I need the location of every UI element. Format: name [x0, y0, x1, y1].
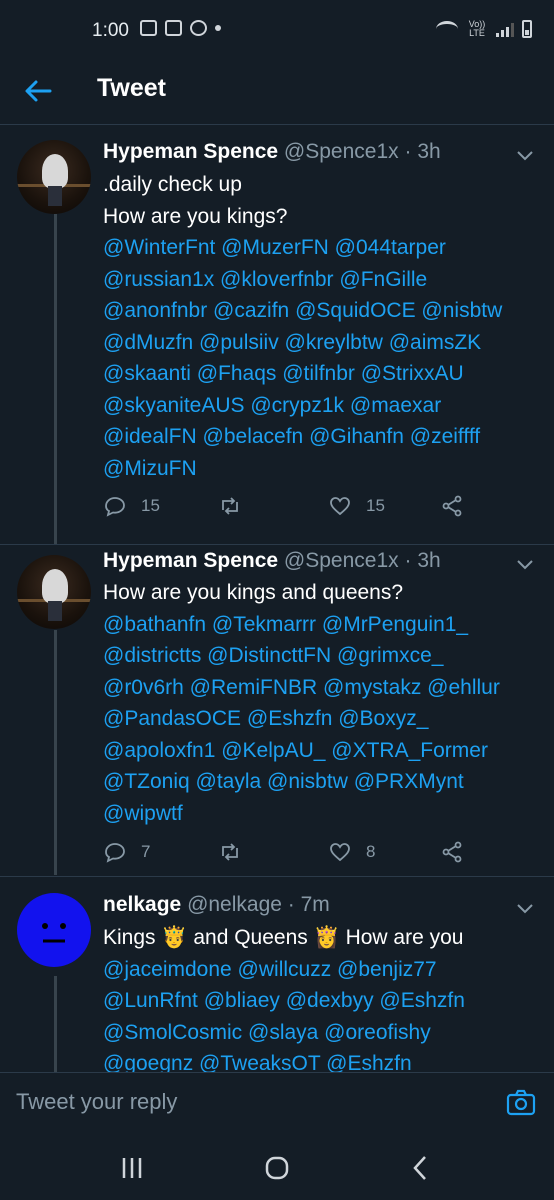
avatar[interactable] — [17, 555, 91, 629]
tweet-text-line: How are you kings? — [103, 204, 288, 228]
header: Tweet — [0, 60, 554, 125]
reply-count: 7 — [141, 842, 151, 861]
tweet-text: .daily check up How are you kings? @Wint… — [103, 169, 543, 484]
system-nav-bar — [0, 1134, 554, 1200]
mention-line[interactable]: @dMuzfn @pulsiiv @kreylbtw @aimsZK — [103, 327, 543, 359]
mention-line[interactable]: @anonfnbr @cazifn @SquidOCE @nisbtw — [103, 295, 543, 327]
arrow-left-icon — [25, 80, 52, 102]
chevron-down-icon[interactable] — [514, 897, 536, 919]
reply-button[interactable]: 7 — [103, 840, 150, 864]
recent-apps-icon — [122, 1158, 142, 1178]
retweet-button[interactable] — [218, 840, 242, 864]
chevron-down-icon[interactable] — [514, 144, 536, 166]
mention-line[interactable]: @PandasOCE @Eshzfn @Boxyz_ — [103, 703, 543, 735]
reply-button[interactable]: 15 — [103, 494, 160, 518]
mention-line[interactable]: @SmolCosmic @slaya @oreofishy — [103, 1017, 543, 1049]
share-button[interactable] — [440, 840, 464, 864]
avatar[interactable] — [17, 140, 91, 214]
do-not-disturb-icon — [190, 20, 207, 36]
camera-button[interactable] — [505, 1087, 537, 1119]
reply-icon — [105, 843, 125, 863]
share-icon — [442, 841, 462, 863]
reply-icon — [105, 497, 125, 517]
tweet[interactable]: Hypeman Spence @Spence1x · 3h .daily che… — [0, 124, 554, 544]
tweet-actions: 15 15 — [103, 494, 543, 524]
twitch-icon — [165, 20, 182, 36]
battery-icon — [522, 20, 532, 38]
heart-icon — [330, 843, 350, 862]
like-button[interactable]: 8 — [328, 840, 375, 864]
lte-indicator: Vo)) LTE — [468, 19, 486, 38]
home-button[interactable] — [257, 1152, 297, 1184]
mention-line[interactable]: @MizuFN — [103, 453, 543, 485]
mention-line[interactable]: @r0v6rh @RemiFNBR @mystakz @ehllur — [103, 672, 543, 704]
tweet-header: Hypeman Spence @Spence1x · 3h — [103, 549, 441, 573]
author-handle[interactable]: @Spence1x — [284, 140, 399, 163]
mention-line[interactable]: @WinterFnt @MuzerFN @044tarper — [103, 232, 543, 264]
mention-line[interactable]: @skaanti @Fhaqs @tilfnbr @StrixxAU — [103, 358, 543, 390]
tweet-header: nelkage @nelkage · 7m — [103, 893, 330, 917]
retweet-icon — [222, 843, 238, 861]
mention-line[interactable]: @TZoniq @tayla @nisbtw @PRXMynt — [103, 766, 543, 798]
home-icon — [265, 1156, 289, 1180]
reply-count: 15 — [141, 496, 160, 515]
mention-line[interactable]: @apoloxfn1 @KelpAU_ @XTRA_Former — [103, 735, 543, 767]
mention-line[interactable]: @skyaniteAUS @crypz1k @maexar — [103, 390, 543, 422]
like-count: 15 — [366, 496, 385, 515]
page-title: Tweet — [97, 74, 166, 102]
mention-line[interactable]: @jaceimdone @willcuzz @benjiz77 — [103, 954, 543, 986]
gallery-icon — [140, 20, 157, 36]
back-button[interactable] — [20, 74, 60, 108]
more-notifications-icon — [215, 25, 221, 31]
tweet[interactable]: Hypeman Spence @Spence1x · 3h How are yo… — [0, 545, 554, 875]
neutral-face-icon — [42, 923, 66, 943]
chevron-down-icon[interactable] — [514, 553, 536, 575]
like-button[interactable]: 15 — [328, 494, 385, 518]
signal-icon — [496, 21, 514, 37]
retweet-icon — [222, 497, 238, 515]
mention-line[interactable]: @idealFN @belacefn @Gihanfn @zeiffff — [103, 421, 543, 453]
author-name[interactable]: Hypeman Spence — [103, 549, 278, 572]
reply-bar: Tweet your reply — [0, 1072, 554, 1135]
notification-icons — [140, 20, 221, 36]
author-handle[interactable]: @nelkage — [187, 893, 282, 916]
retweet-button[interactable] — [218, 494, 242, 518]
mention-line[interactable]: @russian1x @kloverfnbr @FnGille — [103, 264, 543, 296]
back-nav-button[interactable] — [400, 1152, 440, 1184]
author-name[interactable]: nelkage — [103, 893, 181, 916]
tweet-time: · 3h — [404, 140, 441, 163]
tweet-text-line: Kings 🤴 and Queens 👸 How are you — [103, 926, 464, 949]
reply-input[interactable]: Tweet your reply — [16, 1089, 476, 1115]
tweet-time: · 7m — [287, 893, 330, 916]
share-button[interactable] — [440, 494, 464, 518]
avatar[interactable] — [17, 893, 91, 967]
mention-line[interactable]: @districtts @DistincttFN @grimxce_ — [103, 640, 543, 672]
status-bar: 1:00 Vo)) LTE — [0, 0, 554, 60]
mention-line[interactable]: @goegnz @TweaksOT @Eshzfn — [103, 1048, 543, 1072]
tweet-text: How are you kings and queens? @bathanfn … — [103, 577, 543, 829]
tweet-text-line: .daily check up — [103, 173, 242, 196]
chevron-left-icon — [413, 1156, 426, 1180]
status-time: 1:00 — [92, 20, 129, 41]
like-count: 8 — [366, 842, 376, 861]
heart-icon — [330, 497, 350, 516]
wifi-icon — [436, 21, 458, 37]
mention-line[interactable]: @LunRfnt @bliaey @dexbyy @Eshzfn — [103, 985, 543, 1017]
mention-line[interactable]: @bathanfn @Tekmarrr @MrPenguin1_ — [103, 609, 543, 641]
author-handle[interactable]: @Spence1x — [284, 549, 399, 572]
camera-icon — [506, 1089, 536, 1116]
tweet-header: Hypeman Spence @Spence1x · 3h — [103, 140, 441, 164]
tweet-text: Kings 🤴 and Queens 👸 How are you @jaceim… — [103, 922, 543, 1072]
author-name[interactable]: Hypeman Spence — [103, 140, 278, 163]
tweet-text-line: How are you kings and queens? — [103, 581, 404, 604]
tweet-time: · 3h — [404, 549, 441, 572]
tweet[interactable]: nelkage @nelkage · 7m Kings 🤴 and Queens… — [0, 877, 554, 1072]
system-icons: Vo)) LTE — [436, 20, 532, 38]
tweet-actions: 7 8 — [103, 840, 543, 870]
share-icon — [442, 495, 462, 517]
mention-line[interactable]: @wipwtf — [103, 798, 543, 830]
recent-apps-button[interactable] — [112, 1152, 152, 1184]
